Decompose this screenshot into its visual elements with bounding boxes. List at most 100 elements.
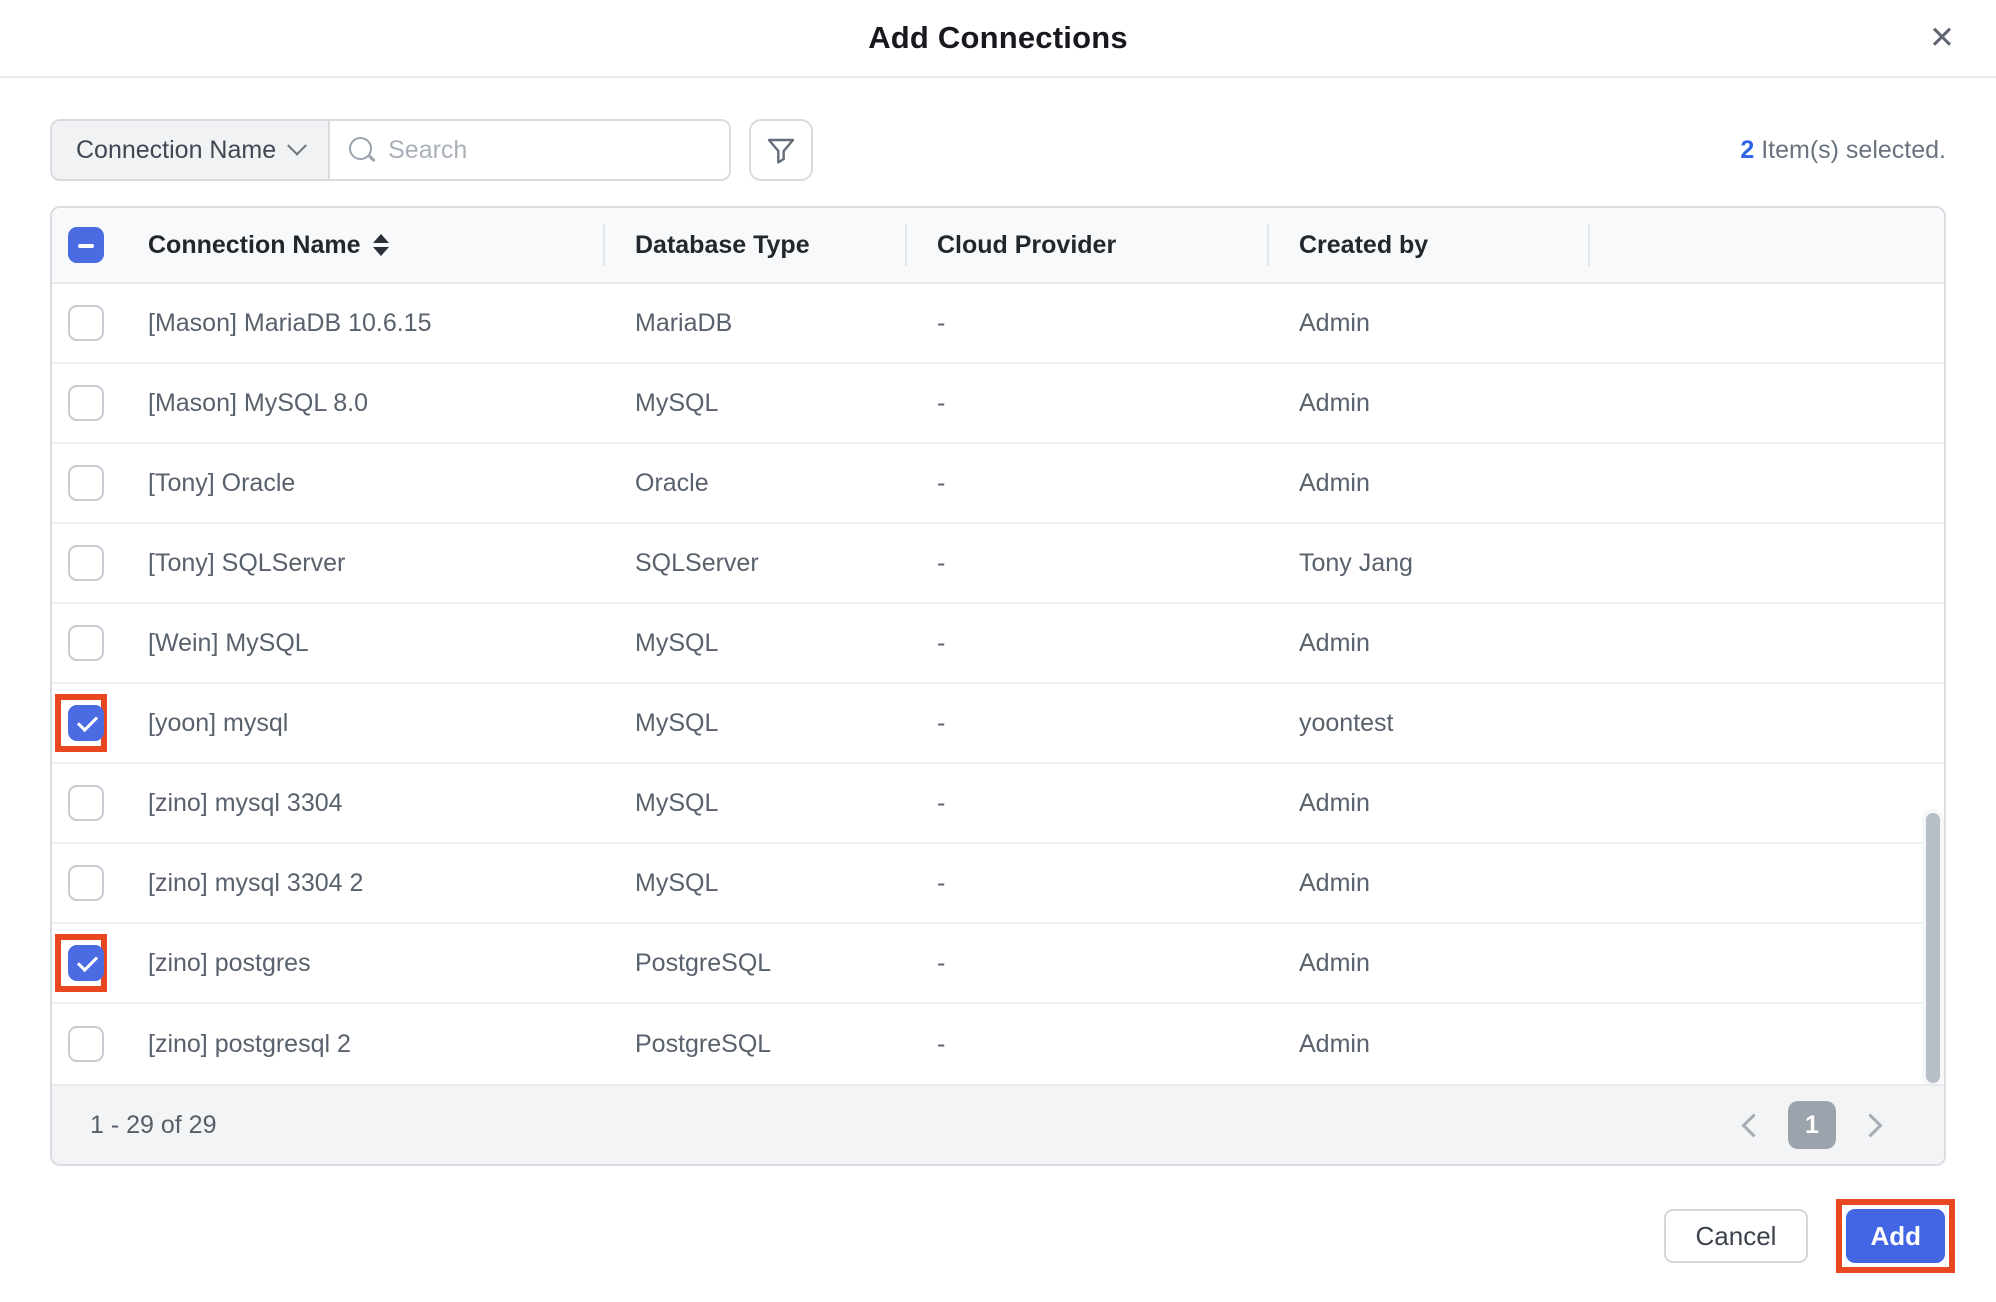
- column-header-empty: [1588, 208, 1944, 282]
- table-body: [Mason] MariaDB 10.6.15 MariaDB - Admin …: [52, 284, 1944, 1084]
- cell-cloud-provider: -: [905, 1030, 1267, 1059]
- cell-database-type: MySQL: [603, 389, 905, 418]
- row-checkbox[interactable]: [68, 465, 104, 501]
- column-label: Cloud Provider: [905, 231, 1116, 260]
- pagination-range: 1 - 29 of 29: [90, 1111, 216, 1140]
- table-row[interactable]: [Wein] MySQL MySQL - Admin: [52, 604, 1944, 684]
- vertical-scrollbar-thumb[interactable]: [1926, 813, 1940, 1083]
- cell-created-by: yoontest: [1267, 709, 1588, 738]
- column-label: Database Type: [603, 231, 810, 260]
- cell-created-by: Admin: [1267, 869, 1588, 898]
- table-row[interactable]: [zino] postgres PostgreSQL - Admin: [52, 924, 1944, 1004]
- chevron-down-icon: [287, 136, 307, 156]
- current-page-badge[interactable]: 1: [1788, 1101, 1836, 1149]
- row-checkbox[interactable]: [68, 385, 104, 421]
- table-row[interactable]: [Mason] MariaDB 10.6.15 MariaDB - Admin: [52, 284, 1944, 364]
- row-checkbox[interactable]: [68, 625, 104, 661]
- cell-connection-name: [Wein] MySQL: [148, 629, 603, 658]
- cell-cloud-provider: -: [905, 549, 1267, 578]
- cell-database-type: MariaDB: [603, 309, 905, 338]
- selection-summary: 2 Item(s) selected.: [1740, 136, 1946, 165]
- search-field-dropdown[interactable]: Connection Name: [52, 121, 330, 179]
- cell-database-type: MySQL: [603, 709, 905, 738]
- cell-database-type: PostgreSQL: [603, 1030, 905, 1059]
- cell-cloud-provider: -: [905, 389, 1267, 418]
- table-row[interactable]: [Tony] SQLServer SQLServer - Tony Jang: [52, 524, 1944, 604]
- cancel-button[interactable]: Cancel: [1664, 1209, 1809, 1263]
- cell-cloud-provider: -: [905, 949, 1267, 978]
- row-checkbox-cell: [52, 844, 148, 922]
- column-header-cloud-provider[interactable]: Cloud Provider: [905, 208, 1267, 282]
- row-checkbox[interactable]: [68, 305, 104, 341]
- funnel-icon: [764, 133, 798, 167]
- row-checkbox-cell: [52, 284, 148, 362]
- column-header-connection-name[interactable]: Connection Name: [148, 208, 603, 282]
- row-checkbox[interactable]: [68, 1026, 104, 1062]
- selection-count: 2: [1740, 136, 1754, 164]
- search-icon: [348, 136, 376, 164]
- table-row[interactable]: [zino] mysql 3304 2 MySQL - Admin: [52, 844, 1944, 924]
- cell-database-type: PostgreSQL: [603, 949, 905, 978]
- search-input[interactable]: [388, 136, 711, 165]
- dialog-actions: Cancel Add: [1664, 1209, 1945, 1263]
- select-all-checkbox[interactable]: [68, 227, 104, 263]
- table-footer: 1 - 29 of 29 1: [52, 1084, 1944, 1164]
- cell-database-type: SQLServer: [603, 549, 905, 578]
- cell-created-by: Admin: [1267, 629, 1588, 658]
- row-checkbox[interactable]: [68, 865, 104, 901]
- toolbar: Connection Name 2 Item(s) selected.: [50, 78, 1946, 222]
- row-checkbox-cell: [52, 1004, 148, 1084]
- filter-button[interactable]: [749, 119, 813, 181]
- cell-database-type: MySQL: [603, 629, 905, 658]
- table-row[interactable]: [Tony] Oracle Oracle - Admin: [52, 444, 1944, 524]
- cell-created-by: Admin: [1267, 949, 1588, 978]
- next-page-icon[interactable]: [1858, 1110, 1888, 1140]
- cell-connection-name: [yoon] mysql: [148, 709, 603, 738]
- row-checkbox[interactable]: [68, 785, 104, 821]
- add-button[interactable]: Add: [1846, 1209, 1945, 1263]
- cell-connection-name: [zino] mysql 3304: [148, 789, 603, 818]
- previous-page-icon[interactable]: [1736, 1110, 1766, 1140]
- connections-table: Connection Name Database Type Cloud Prov…: [50, 206, 1946, 1166]
- search-field-group: Connection Name: [50, 119, 731, 181]
- toolbar-search-group: Connection Name: [50, 119, 813, 181]
- table-row[interactable]: [zino] mysql 3304 MySQL - Admin: [52, 764, 1944, 844]
- column-label: Connection Name: [148, 231, 361, 260]
- cell-database-type: MySQL: [603, 869, 905, 898]
- row-checkbox[interactable]: [68, 545, 104, 581]
- search-field-value: Connection Name: [76, 136, 276, 165]
- pagination-controls: 1: [1736, 1101, 1888, 1149]
- row-checkbox-cell: [52, 604, 148, 682]
- row-checkbox-cell: [52, 924, 148, 1002]
- search-box[interactable]: [330, 121, 729, 179]
- table-header: Connection Name Database Type Cloud Prov…: [52, 208, 1944, 284]
- cell-connection-name: [Tony] Oracle: [148, 469, 603, 498]
- cell-cloud-provider: -: [905, 469, 1267, 498]
- row-checkbox-cell: [52, 764, 148, 842]
- row-checkbox-cell: [52, 684, 148, 762]
- column-header-database-type[interactable]: Database Type: [603, 208, 905, 282]
- row-checkbox[interactable]: [68, 705, 104, 741]
- cell-created-by: Admin: [1267, 1030, 1588, 1059]
- cell-connection-name: [zino] postgresql 2: [148, 1030, 603, 1059]
- header-checkbox-cell: [52, 208, 148, 282]
- table-row[interactable]: [Mason] MySQL 8.0 MySQL - Admin: [52, 364, 1944, 444]
- cell-connection-name: [zino] postgres: [148, 949, 603, 978]
- cell-created-by: Admin: [1267, 309, 1588, 338]
- table-row[interactable]: [yoon] mysql MySQL - yoontest: [52, 684, 1944, 764]
- cell-cloud-provider: -: [905, 309, 1267, 338]
- column-header-created-by[interactable]: Created by: [1267, 208, 1588, 282]
- sort-icon[interactable]: [373, 234, 389, 256]
- row-checkbox-cell: [52, 444, 148, 522]
- table-row[interactable]: [zino] postgresql 2 PostgreSQL - Admin: [52, 1004, 1944, 1084]
- cell-connection-name: [Mason] MySQL 8.0: [148, 389, 603, 418]
- cell-cloud-provider: -: [905, 709, 1267, 738]
- cell-connection-name: [Mason] MariaDB 10.6.15: [148, 309, 603, 338]
- cell-created-by: Admin: [1267, 469, 1588, 498]
- cell-cloud-provider: -: [905, 869, 1267, 898]
- row-checkbox[interactable]: [68, 945, 104, 981]
- close-icon[interactable]: ✕: [1918, 14, 1966, 62]
- cell-connection-name: [zino] mysql 3304 2: [148, 869, 603, 898]
- cell-connection-name: [Tony] SQLServer: [148, 549, 603, 578]
- dialog-header: Add Connections ✕: [0, 0, 1996, 78]
